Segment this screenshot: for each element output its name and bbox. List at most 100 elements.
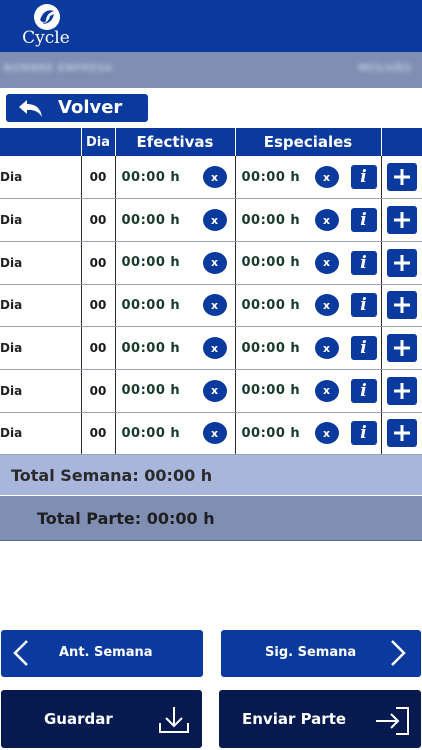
row-day-number: 00 <box>81 369 116 413</box>
row-day-name: Dia <box>0 156 82 200</box>
especiales-time[interactable]: 00:00 h <box>242 341 315 356</box>
total-week-label: Total Semana: 00:00 h <box>11 466 213 485</box>
plus-icon <box>393 212 410 229</box>
especiales-time[interactable]: 00:00 h <box>242 383 315 398</box>
row-add-cell <box>381 241 422 285</box>
row-add-cell <box>381 156 422 200</box>
row-especiales-cell: 00:00 hxi <box>235 412 382 456</box>
row-especiales-cell: 00:00 hxi <box>235 326 382 370</box>
back-arrow-icon <box>19 100 42 117</box>
info-button[interactable]: i <box>350 208 377 233</box>
plus-icon <box>393 382 410 399</box>
clear-efectivas-button[interactable]: x <box>202 379 227 402</box>
especiales-time[interactable]: 00:00 h <box>242 298 315 313</box>
row-day-name: Dia <box>0 284 82 328</box>
especiales-time[interactable]: 00:00 h <box>242 213 315 228</box>
table-header-row: Dia Efectivas Especiales <box>0 128 422 156</box>
clear-efectivas-button[interactable]: x <box>202 337 227 360</box>
back-row: Volver <box>0 88 422 128</box>
efectivas-time[interactable]: 00:00 h <box>122 213 181 228</box>
add-entry-button[interactable] <box>386 419 417 448</box>
row-day-number: 00 <box>81 284 116 328</box>
add-entry-button[interactable] <box>386 163 417 192</box>
back-button[interactable]: Volver <box>6 94 148 122</box>
efectivas-time[interactable]: 00:00 h <box>122 255 181 270</box>
info-button[interactable]: i <box>350 336 377 361</box>
logo-text: Cycle <box>22 28 70 48</box>
clear-efectivas-button[interactable]: x <box>202 294 227 317</box>
row-add-cell <box>381 412 422 456</box>
row-day-number: 00 <box>81 156 116 200</box>
send-arrow-icon <box>376 707 409 735</box>
row-day-name: Dia <box>0 412 82 456</box>
row-especiales-cell: 00:00 hxi <box>235 198 382 242</box>
save-button[interactable]: Guardar <box>1 690 202 748</box>
clear-especiales-button[interactable]: x <box>314 337 339 360</box>
header-actions <box>381 128 422 156</box>
total-part-bar: Total Parte: 00:00 h <box>0 496 422 541</box>
add-entry-button[interactable] <box>386 376 417 405</box>
add-entry-button[interactable] <box>386 248 417 277</box>
table-row: Dia 00 00:00 h x 00:00 hxi <box>0 198 422 242</box>
send-report-button[interactable]: Enviar Parte <box>219 690 421 748</box>
clear-especiales-button[interactable]: x <box>314 166 339 189</box>
row-day-name: Dia <box>0 369 82 413</box>
clear-especiales-button[interactable]: x <box>314 209 339 232</box>
period-label: MES/AÑO <box>358 63 412 74</box>
send-report-label: Enviar Parte <box>242 710 347 728</box>
info-button[interactable]: i <box>350 293 377 318</box>
clear-efectivas-button[interactable]: x <box>202 422 227 445</box>
efectivas-time[interactable]: 00:00 h <box>122 426 181 441</box>
plus-icon <box>393 425 410 442</box>
row-especiales-cell: 00:00 hxi <box>235 284 382 328</box>
row-especiales-cell: 00:00 hxi <box>235 241 382 285</box>
row-efectivas-cell: 00:00 h x <box>115 326 236 370</box>
plus-icon <box>393 254 410 271</box>
clear-especiales-button[interactable]: x <box>314 422 339 445</box>
especiales-time[interactable]: 00:00 h <box>242 170 315 185</box>
info-button[interactable]: i <box>350 165 377 190</box>
app-header: Cycle <box>0 0 422 52</box>
row-add-cell <box>381 369 422 413</box>
info-button[interactable]: i <box>350 250 377 275</box>
save-button-label: Guardar <box>44 710 113 728</box>
total-part-label: Total Parte: 00:00 h <box>37 509 215 528</box>
efectivas-time[interactable]: 00:00 h <box>122 298 181 313</box>
efectivas-time[interactable]: 00:00 h <box>122 341 181 356</box>
info-button[interactable]: i <box>350 421 377 446</box>
efectivas-time[interactable]: 00:00 h <box>122 170 181 185</box>
row-day-number: 00 <box>81 241 116 285</box>
header-day: Dia <box>81 128 116 156</box>
total-week-bar: Total Semana: 00:00 h <box>0 455 422 496</box>
next-week-button[interactable]: Sig. Semana <box>221 630 421 677</box>
clear-efectivas-button[interactable]: x <box>202 209 227 232</box>
hours-table: Dia Efectivas Especiales Dia 00 00:00 h x 00… <box>0 128 422 456</box>
efectivas-time[interactable]: 00:00 h <box>122 383 181 398</box>
clear-especiales-button[interactable]: x <box>314 251 339 274</box>
especiales-time[interactable]: 00:00 h <box>242 426 315 441</box>
row-add-cell <box>381 284 422 328</box>
row-add-cell <box>381 198 422 242</box>
especiales-time[interactable]: 00:00 h <box>242 255 315 270</box>
clear-efectivas-button[interactable]: x <box>202 251 227 274</box>
row-efectivas-cell: 00:00 h x <box>115 198 236 242</box>
plus-icon <box>393 340 410 357</box>
clear-especiales-button[interactable]: x <box>314 379 339 402</box>
add-entry-button[interactable] <box>386 334 417 363</box>
clear-efectivas-button[interactable]: x <box>202 166 227 189</box>
row-add-cell <box>381 326 422 370</box>
header-day-name <box>0 128 82 156</box>
row-day-number: 00 <box>81 326 116 370</box>
company-name: NOMBRE EMPRESA <box>4 63 113 74</box>
add-entry-button[interactable] <box>386 291 417 320</box>
row-efectivas-cell: 00:00 h x <box>115 241 236 285</box>
clear-especiales-button[interactable]: x <box>314 294 339 317</box>
add-entry-button[interactable] <box>386 206 417 235</box>
plus-icon <box>393 169 410 186</box>
back-button-label: Volver <box>58 97 123 118</box>
prev-week-button[interactable]: Ant. Semana <box>1 630 203 677</box>
download-icon <box>159 707 189 733</box>
prev-week-label: Ant. Semana <box>59 645 153 660</box>
info-button[interactable]: i <box>350 378 377 403</box>
table-row: Dia 00 00:00 h x 00:00 hxi <box>0 369 422 413</box>
